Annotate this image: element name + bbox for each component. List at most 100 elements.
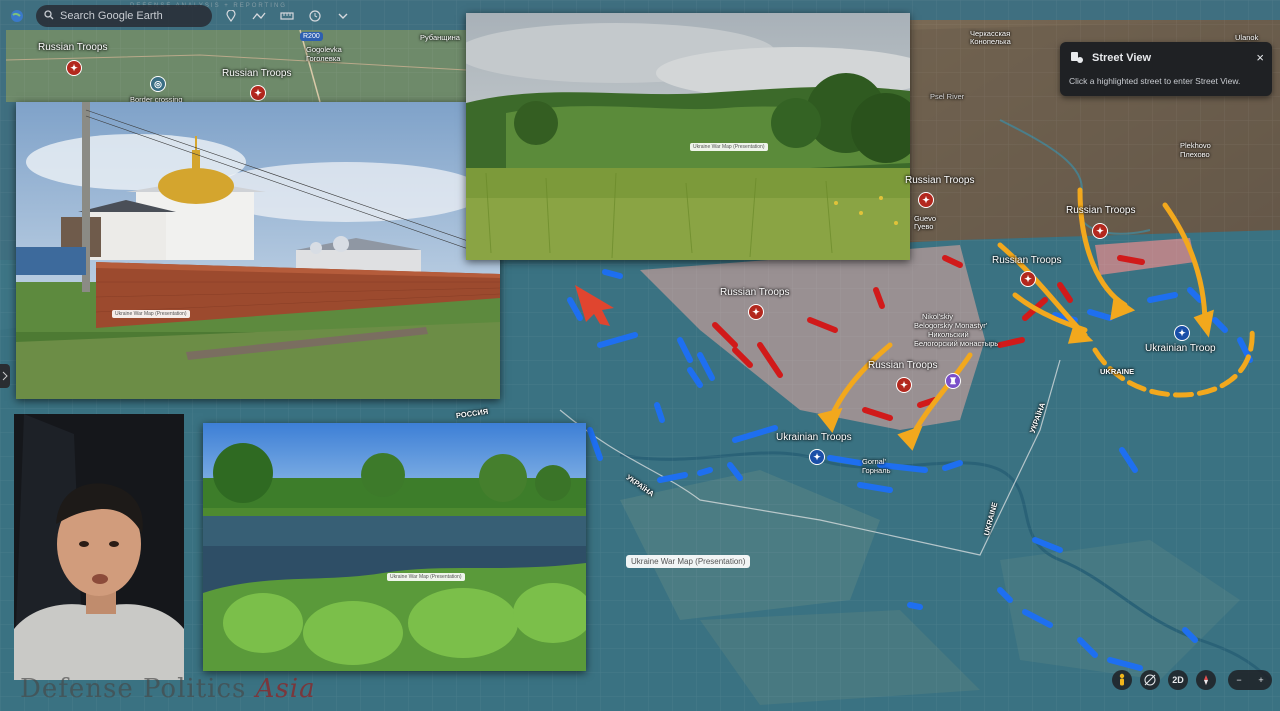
advance-arrowhead — [897, 425, 923, 451]
path-icon[interactable] — [250, 7, 268, 25]
2d-toggle-button[interactable]: 2D — [1168, 670, 1188, 690]
ukrainian-frontline-mark — [942, 460, 963, 471]
ukrainian-frontline-mark — [1107, 657, 1143, 671]
brand-accent: Asia — [255, 674, 316, 704]
label-ukrainian-troops-a: Ukrainian Troops — [776, 432, 852, 443]
ukrainian-frontline-mark — [587, 427, 603, 461]
compass-icon[interactable] — [1196, 670, 1216, 690]
river-image — [203, 423, 586, 671]
label-gornal: Gornal' — [862, 457, 886, 466]
label-gogolevka: Gogolevka — [306, 45, 342, 54]
russian-frontline-mark — [997, 337, 1025, 348]
russian-frontline-mark — [862, 407, 893, 421]
russian-troops-icon[interactable]: ✦ — [918, 192, 934, 208]
ukrainian-troops-icon[interactable]: ✦ — [1174, 325, 1190, 341]
label-plekhovo-cyr: Плехово — [1180, 150, 1210, 159]
label-gornal-cyr: Горналь — [862, 466, 891, 475]
photo-monastery: Ukraine War Map (Presentation) — [16, 102, 500, 399]
presenter-image — [14, 414, 184, 680]
street-view-hint: Click a highlighted street to enter Stre… — [1069, 76, 1241, 86]
label-konopelka: Конопелька — [970, 37, 1011, 46]
chevron-down-icon[interactable] — [334, 7, 352, 25]
presenter-webcam — [14, 414, 184, 680]
ukrainian-frontline-mark — [997, 587, 1013, 603]
street-view-title: Street View — [1092, 52, 1152, 64]
label-russian-troops-strip-1: Russian Troops — [38, 42, 108, 53]
russian-troops-icon[interactable]: ✦ — [1020, 271, 1036, 287]
ukrainian-frontline-mark — [1147, 292, 1178, 303]
ukrainian-frontline-mark — [697, 467, 713, 476]
ukrainian-frontline-mark — [1022, 609, 1053, 628]
watermark-chip: Ukraine War Map (Presentation) — [387, 573, 465, 581]
ukrainian-frontline-mark — [1187, 287, 1203, 303]
tilt-icon[interactable] — [1140, 670, 1160, 690]
ukrainian-frontline-mark — [1182, 627, 1198, 643]
ukrainian-frontline-mark — [602, 269, 623, 279]
ukrainian-frontline-mark — [827, 455, 863, 466]
russian-frontline-mark — [757, 342, 783, 378]
ukrainian-frontline-mark — [677, 337, 693, 363]
street-view-panel: Street View × Click a highlighted street… — [1060, 42, 1272, 96]
side-panel-toggle[interactable] — [0, 364, 10, 388]
map-watermark-chip: Ukraine War Map (Presentation) — [626, 555, 751, 568]
russian-troops-icon[interactable]: ✦ — [748, 304, 764, 320]
earth-toolbar: Search Google Earth — [8, 4, 352, 28]
search-placeholder: Search Google Earth — [60, 10, 163, 22]
encirclement-arc — [1092, 327, 1255, 398]
russian-troops-icon[interactable]: ✦ — [1092, 223, 1108, 239]
russian-frontline-mark — [942, 255, 963, 268]
russian-troops-icon[interactable]: ✦ — [896, 377, 912, 393]
ukrainian-frontline-mark — [697, 352, 715, 381]
label-russian-troops-d: Russian Troops — [720, 287, 790, 298]
zoom-out-button[interactable]: − — [1236, 675, 1241, 685]
monastery-image — [16, 102, 500, 399]
ukrainian-frontline-mark — [1119, 447, 1138, 473]
ukrainian-frontline-mark — [727, 462, 743, 481]
russian-frontline-mark — [807, 317, 838, 333]
monastery-poi-icon[interactable]: ♜ — [945, 373, 961, 389]
zoom-controls: − + — [1228, 670, 1272, 690]
search-input[interactable]: Search Google Earth — [36, 5, 212, 27]
search-icon — [44, 9, 54, 23]
label-russian-troops-c: Russian Troops — [992, 255, 1062, 266]
russian-frontline-mark — [1057, 282, 1073, 303]
photo-river: Ukraine War Map (Presentation) — [203, 423, 586, 671]
ukrainian-frontline-mark — [567, 297, 583, 321]
label-monastery-2: Belogorskiy Monastyr' — [914, 321, 988, 330]
ruler-icon[interactable] — [278, 7, 296, 25]
road-badge: R200 — [300, 32, 323, 41]
ukrainian-frontline-mark — [597, 332, 638, 348]
brand-main: Defense Politics — [20, 674, 256, 704]
russian-troops-icon[interactable]: ✦ — [250, 85, 266, 101]
pin-icon[interactable] — [222, 7, 240, 25]
ukrainian-frontline-mark — [1032, 537, 1063, 553]
watermark-chip: Ukraine War Map (Presentation) — [690, 143, 768, 151]
advance-arrowhead — [817, 407, 843, 433]
photo-grass-field: Ukraine War Map (Presentation) — [466, 13, 910, 260]
label-guevo-cyr: Гуево — [914, 222, 934, 231]
ukrainian-frontline-mark — [1212, 317, 1228, 333]
advance-arrowhead — [1193, 309, 1214, 338]
label-rubanshchina: Рубанщина — [420, 33, 460, 42]
ukrainian-frontline-mark — [1087, 309, 1113, 321]
label-monastery-3: Никольский — [928, 330, 969, 339]
label-ulanok: Ulanok — [1235, 33, 1259, 42]
label-russian-troops-a: Russian Troops — [905, 175, 975, 186]
zoom-in-button[interactable]: + — [1258, 675, 1263, 685]
ukrainian-frontline-mark — [657, 472, 688, 483]
pegman-icon[interactable] — [1112, 670, 1132, 690]
russian-troops-icon[interactable]: ✦ — [66, 60, 82, 76]
russian-advance-arrow — [1162, 202, 1208, 328]
ukrainian-frontline-mark — [857, 482, 893, 493]
ukrainian-troops-icon[interactable]: ✦ — [809, 449, 825, 465]
label-russian-troops-b: Russian Troops — [1066, 205, 1136, 216]
label-monastery-4: Белогорский монастырь — [914, 339, 999, 348]
ukrainian-frontline-mark — [907, 602, 923, 610]
label-plekhovo: Plekhovo — [1180, 141, 1211, 150]
close-icon[interactable]: × — [1256, 50, 1264, 65]
label-psel-river: Psel River — [930, 92, 965, 101]
history-icon[interactable] — [306, 7, 324, 25]
brand-watermark: Defense Politics Asia — [20, 674, 316, 704]
earth-logo-icon[interactable] — [8, 7, 26, 25]
border-crossing-icon[interactable]: ◎ — [150, 76, 166, 92]
